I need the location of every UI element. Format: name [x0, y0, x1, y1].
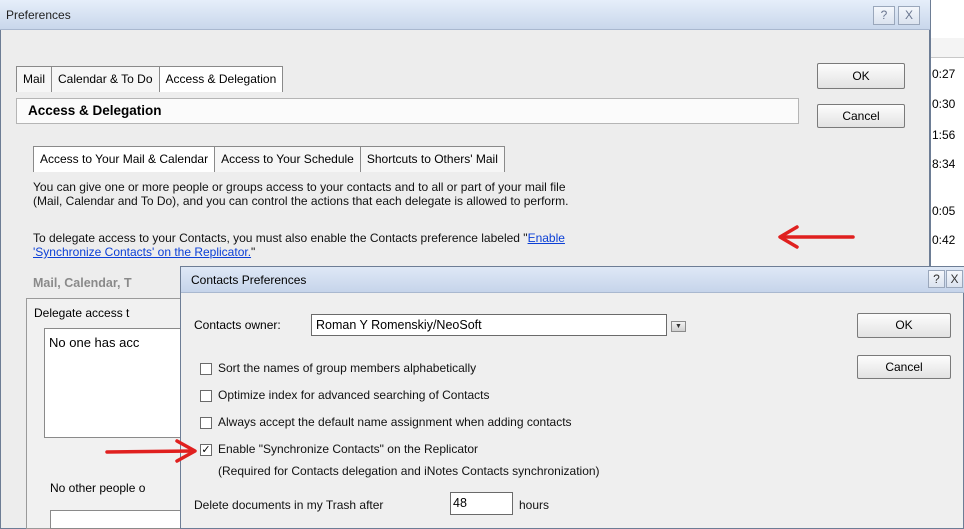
close-button[interactable]: X — [898, 6, 920, 25]
access-sub-tabs: Access to Your Mail & Calendar Access to… — [33, 146, 505, 172]
tab-shortcuts-others-mail[interactable]: Shortcuts to Others' Mail — [359, 146, 505, 172]
description-line: You can give one or more people or group… — [33, 180, 566, 194]
contacts-cancel-button[interactable]: Cancel — [857, 355, 951, 379]
delegate-note: To delegate access to your Contacts, you… — [33, 231, 565, 259]
trash-label: Delete documents in my Trash after — [194, 498, 384, 512]
trash-hours-label: hours — [519, 498, 550, 512]
background-time: 0:27 — [932, 67, 956, 81]
access-description: You can give one or more people or group… — [33, 180, 568, 208]
tab-access-schedule[interactable]: Access to Your Schedule — [214, 146, 361, 172]
cancel-button[interactable]: Cancel — [817, 104, 905, 128]
enable-sync-link[interactable]: Enable — [528, 231, 565, 245]
contacts-dialog-title: Contacts Preferences — [191, 273, 307, 287]
help-button[interactable]: ? — [873, 6, 895, 25]
preferences-titlebar — [0, 0, 930, 30]
delegate-access-label: Delegate access t — [34, 306, 130, 320]
checkbox-enable-sync[interactable]: ✓ — [200, 444, 212, 456]
contacts-ok-button[interactable]: OK — [857, 313, 951, 338]
option-label: Always accept the default name assignmen… — [218, 415, 572, 429]
ok-button[interactable]: OK — [817, 63, 905, 89]
preferences-title: Preferences — [6, 8, 71, 22]
option-label: Sort the names of group members alphabet… — [218, 361, 477, 375]
contacts-close-button[interactable]: X — [946, 270, 963, 288]
tab-access-delegation[interactable]: Access & Delegation — [158, 66, 284, 92]
delegate-note-suffix: " — [251, 245, 256, 259]
description-line: (Mail, Calendar and To Do), and you can … — [33, 194, 569, 208]
contacts-help-button[interactable]: ? — [928, 270, 945, 288]
mail-calendar-group-label: Mail, Calendar, T — [33, 276, 132, 290]
background-time: 0:05 — [932, 204, 956, 218]
tab-mail[interactable]: Mail — [16, 66, 53, 92]
option-label: Enable "Synchronize Contacts" on the Rep… — [218, 442, 478, 456]
checkbox-optimize-index[interactable] — [200, 390, 212, 402]
contacts-owner-input[interactable]: Roman Y Romenskiy/NeoSoft — [311, 314, 667, 336]
trash-days-input[interactable]: 48 — [450, 492, 513, 515]
background-column-header — [931, 38, 964, 58]
option-label: Optimize index for advanced searching of… — [218, 388, 490, 402]
background-time: 1:56 — [932, 128, 956, 142]
background-time: 0:42 — [932, 233, 956, 247]
tab-calendar-todo[interactable]: Calendar & To Do — [51, 66, 160, 92]
option-note: (Required for Contacts delegation and iN… — [218, 464, 600, 478]
checkbox-sort-members[interactable] — [200, 363, 212, 375]
delegate-note-text: To delegate access to your Contacts, you… — [33, 231, 528, 245]
checkbox-default-name[interactable] — [200, 417, 212, 429]
tab-access-mail-calendar[interactable]: Access to Your Mail & Calendar — [33, 146, 216, 172]
preferences-tabs: Mail Calendar & To Do Access & Delegatio… — [16, 66, 284, 92]
annotation-arrow-icon — [778, 225, 855, 249]
no-other-people-list[interactable] — [50, 510, 184, 529]
section-header: Access & Delegation — [16, 98, 799, 124]
contacts-owner-label: Contacts owner: — [194, 318, 281, 332]
chevron-down-icon[interactable]: ▼ — [671, 321, 686, 332]
no-other-people-label: No other people o — [50, 481, 146, 495]
background-time: 0:30 — [932, 97, 956, 111]
delegate-list[interactable]: No one has acc — [44, 328, 184, 438]
annotation-arrow-icon — [105, 439, 197, 463]
enable-sync-link-cont[interactable]: 'Synchronize Contacts' on the Replicator… — [33, 245, 251, 259]
background-time: 8:34 — [932, 157, 956, 171]
